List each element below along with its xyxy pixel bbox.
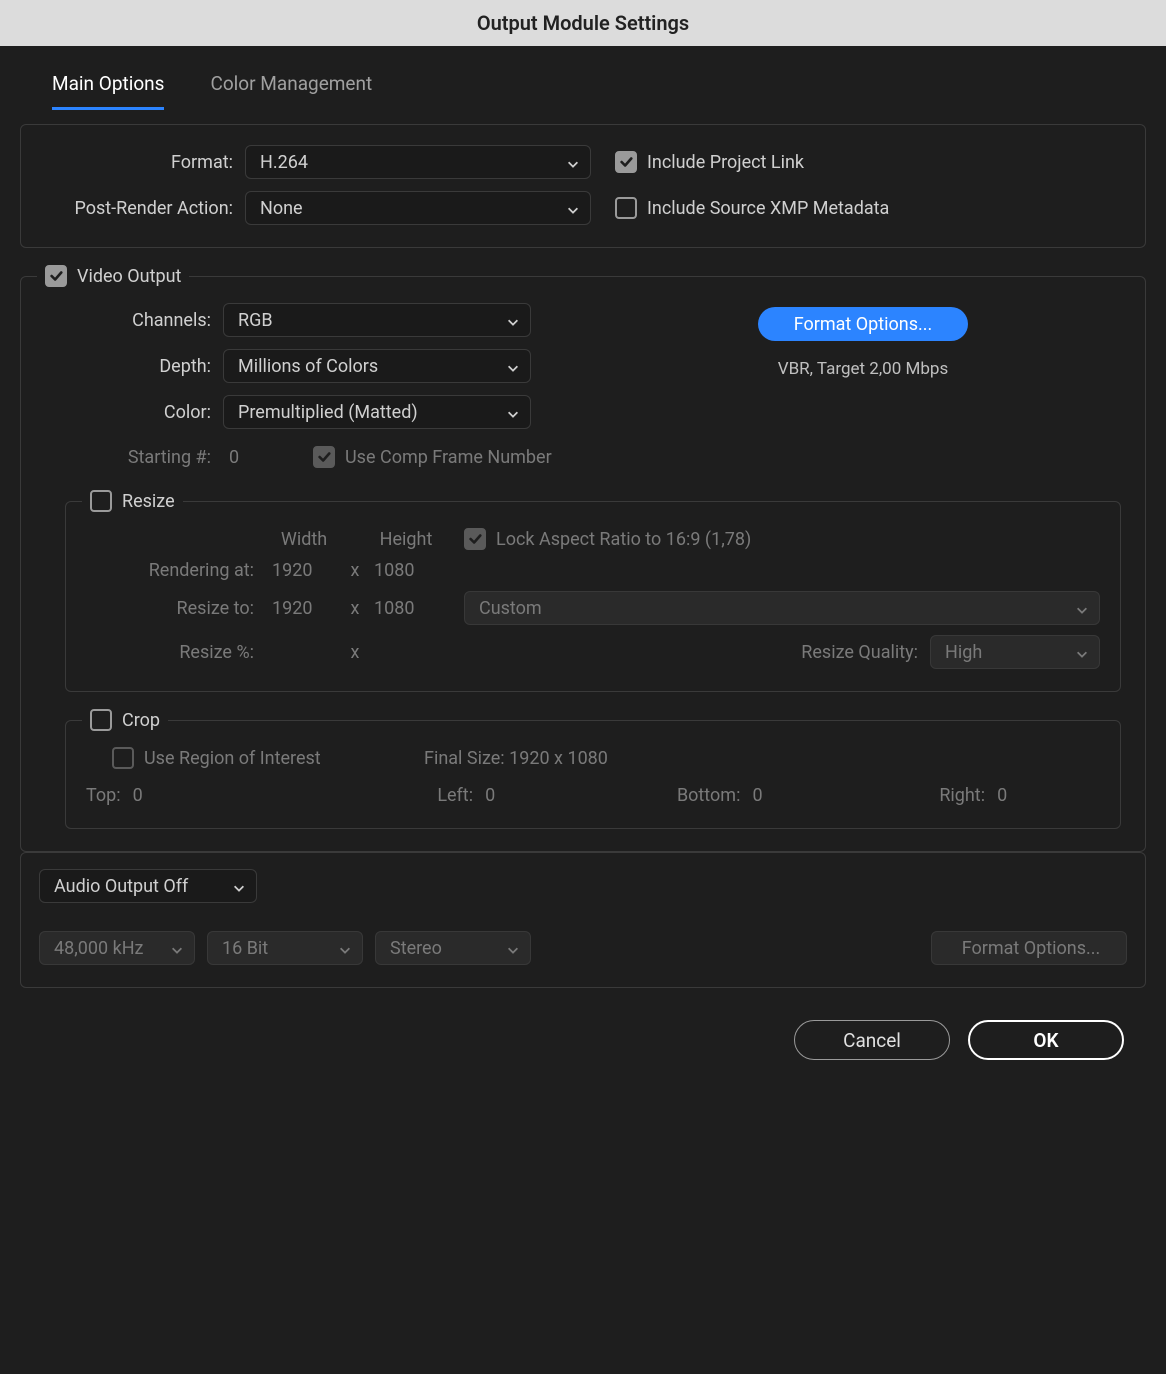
- include-project-link-checkbox[interactable]: [615, 151, 637, 173]
- include-xmp-checkbox[interactable]: [615, 197, 637, 219]
- resize-quality-label: Resize Quality:: [801, 642, 918, 663]
- tab-bar: Main Options Color Management: [20, 72, 1146, 110]
- channels-value: RGB: [238, 310, 273, 331]
- color-value: Premultiplied (Matted): [238, 402, 418, 423]
- cancel-button[interactable]: Cancel: [794, 1020, 950, 1060]
- rendering-at-label: Rendering at:: [86, 560, 254, 581]
- crop-bottom-label: Bottom:: [677, 785, 741, 806]
- include-project-link-label: Include Project Link: [647, 152, 804, 173]
- final-size-label: Final Size: 1920 x 1080: [424, 748, 608, 769]
- format-select-value: H.264: [260, 152, 308, 173]
- resize-quality-value: High: [945, 642, 982, 663]
- lock-aspect-checkbox: [464, 528, 486, 550]
- ok-button[interactable]: OK: [968, 1020, 1124, 1060]
- video-output-panel: Video Output Channels: RGB Depth: Millio…: [20, 276, 1146, 852]
- window-titlebar: Output Module Settings: [0, 0, 1166, 46]
- crop-right-value: 0: [997, 785, 1007, 806]
- depth-label: Depth:: [41, 356, 211, 377]
- resize-checkbox[interactable]: [90, 490, 112, 512]
- x-sep: x: [342, 560, 368, 581]
- audio-panel: Audio Output Off 48,000 kHz 16 Bit Stere…: [20, 852, 1146, 988]
- post-render-value: None: [260, 198, 303, 219]
- tab-main-options[interactable]: Main Options: [52, 72, 164, 110]
- audio-bits-value: 16 Bit: [222, 938, 268, 959]
- audio-output-select[interactable]: Audio Output Off: [39, 869, 257, 903]
- crop-right-label: Right:: [939, 785, 985, 806]
- chevron-down-icon: [566, 201, 580, 215]
- audio-format-options-button: Format Options...: [931, 931, 1127, 965]
- chevron-down-icon: [506, 941, 520, 955]
- window-title: Output Module Settings: [477, 11, 689, 35]
- chevron-down-icon: [566, 155, 580, 169]
- format-select[interactable]: H.264: [245, 145, 591, 179]
- chevron-down-icon: [506, 405, 520, 419]
- crop-legend: Crop: [122, 710, 160, 731]
- crop-left-value: 0: [485, 785, 495, 806]
- depth-value: Millions of Colors: [238, 356, 378, 377]
- tab-color-management[interactable]: Color Management: [210, 72, 372, 110]
- chevron-down-icon: [338, 941, 352, 955]
- audio-bits-select: 16 Bit: [207, 931, 363, 965]
- crop-top-value: 0: [133, 785, 143, 806]
- chevron-down-icon: [1075, 645, 1089, 659]
- crop-left-label: Left:: [437, 785, 473, 806]
- format-panel: Format: H.264 Include Project Link Post-…: [20, 124, 1146, 248]
- resize-to-width: 1920: [266, 598, 342, 619]
- resize-percent-label: Resize %:: [86, 642, 254, 663]
- use-comp-frame-checkbox: [313, 446, 335, 468]
- chevron-down-icon: [170, 941, 184, 955]
- resize-legend: Resize: [122, 491, 175, 512]
- crop-top-label: Top:: [86, 785, 121, 806]
- channels-label: Channels:: [41, 310, 211, 331]
- chevron-down-icon: [1075, 601, 1089, 615]
- audio-channels-select: Stereo: [375, 931, 531, 965]
- bitrate-info: VBR, Target 2,00 Mbps: [778, 359, 948, 379]
- include-xmp-label: Include Source XMP Metadata: [647, 198, 889, 219]
- rendering-height: 1080: [368, 560, 444, 581]
- post-render-select[interactable]: None: [245, 191, 591, 225]
- audio-rate-value: 48,000 kHz: [54, 938, 143, 959]
- audio-rate-select: 48,000 kHz: [39, 931, 195, 965]
- starting-number-label: Starting #:: [41, 447, 211, 468]
- resize-to-height: 1080: [368, 598, 444, 619]
- color-select[interactable]: Premultiplied (Matted): [223, 395, 531, 429]
- crop-bottom-value: 0: [752, 785, 762, 806]
- lock-aspect-label: Lock Aspect Ratio to 16:9 (1,78): [496, 529, 751, 550]
- depth-select[interactable]: Millions of Colors: [223, 349, 531, 383]
- chevron-down-icon: [506, 359, 520, 373]
- channels-select[interactable]: RGB: [223, 303, 531, 337]
- post-render-label: Post-Render Action:: [43, 198, 233, 219]
- video-output-checkbox[interactable]: [45, 265, 67, 287]
- chevron-down-icon: [232, 879, 246, 893]
- rendering-width: 1920: [266, 560, 342, 581]
- audio-output-value: Audio Output Off: [54, 876, 188, 897]
- resize-panel: Resize Width Height Lock Aspect Ratio to…: [65, 501, 1121, 692]
- chevron-down-icon: [506, 313, 520, 327]
- resize-quality-select: High: [930, 635, 1100, 669]
- width-header: Width: [266, 529, 342, 550]
- color-label: Color:: [41, 402, 211, 423]
- use-roi-checkbox: [112, 747, 134, 769]
- format-label: Format:: [43, 152, 233, 173]
- crop-checkbox[interactable]: [90, 709, 112, 731]
- resize-preset-value: Custom: [479, 598, 542, 619]
- height-header: Height: [368, 529, 444, 550]
- video-output-legend: Video Output: [77, 266, 181, 287]
- starting-number-value: 0: [223, 447, 313, 468]
- resize-to-label: Resize to:: [86, 598, 254, 619]
- crop-panel: Crop Use Region of Interest Final Size: …: [65, 720, 1121, 829]
- x-sep-2: x: [342, 598, 368, 619]
- video-format-options-button[interactable]: Format Options...: [758, 307, 968, 341]
- audio-channels-value: Stereo: [390, 938, 442, 959]
- audio-format-options-label: Format Options...: [962, 938, 1101, 959]
- resize-preset-select: Custom: [464, 591, 1100, 625]
- x-sep-3: x: [342, 642, 368, 663]
- use-comp-frame-label: Use Comp Frame Number: [345, 447, 552, 468]
- use-roi-label: Use Region of Interest: [144, 748, 424, 769]
- dialog-footer: Cancel OK: [20, 1004, 1146, 1060]
